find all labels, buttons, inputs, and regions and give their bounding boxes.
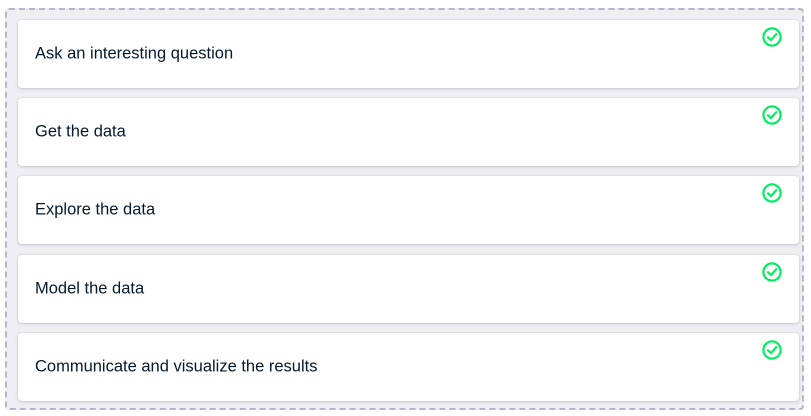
- ordering-item-label: Explore the data: [35, 200, 156, 219]
- check-circle-icon: [762, 262, 782, 282]
- ordering-item-label: Model the data: [35, 279, 145, 298]
- check-circle-icon: [762, 340, 782, 360]
- ordering-item[interactable]: Ask an interesting question: [18, 20, 799, 88]
- ordering-item-label: Ask an interesting question: [35, 44, 234, 63]
- ordering-item[interactable]: Explore the data: [18, 176, 799, 244]
- ordering-item-label: Get the data: [35, 122, 126, 141]
- ordering-item[interactable]: Communicate and visualize the results: [18, 333, 799, 401]
- check-circle-icon: [762, 105, 782, 125]
- ordering-dropzone: Ask an interesting question Get the data…: [5, 8, 804, 410]
- ordering-item[interactable]: Model the data: [18, 255, 799, 323]
- ordering-item-label: Communicate and visualize the results: [35, 357, 318, 376]
- ordering-item[interactable]: Get the data: [18, 98, 799, 166]
- check-circle-icon: [762, 27, 782, 47]
- check-circle-icon: [762, 183, 782, 203]
